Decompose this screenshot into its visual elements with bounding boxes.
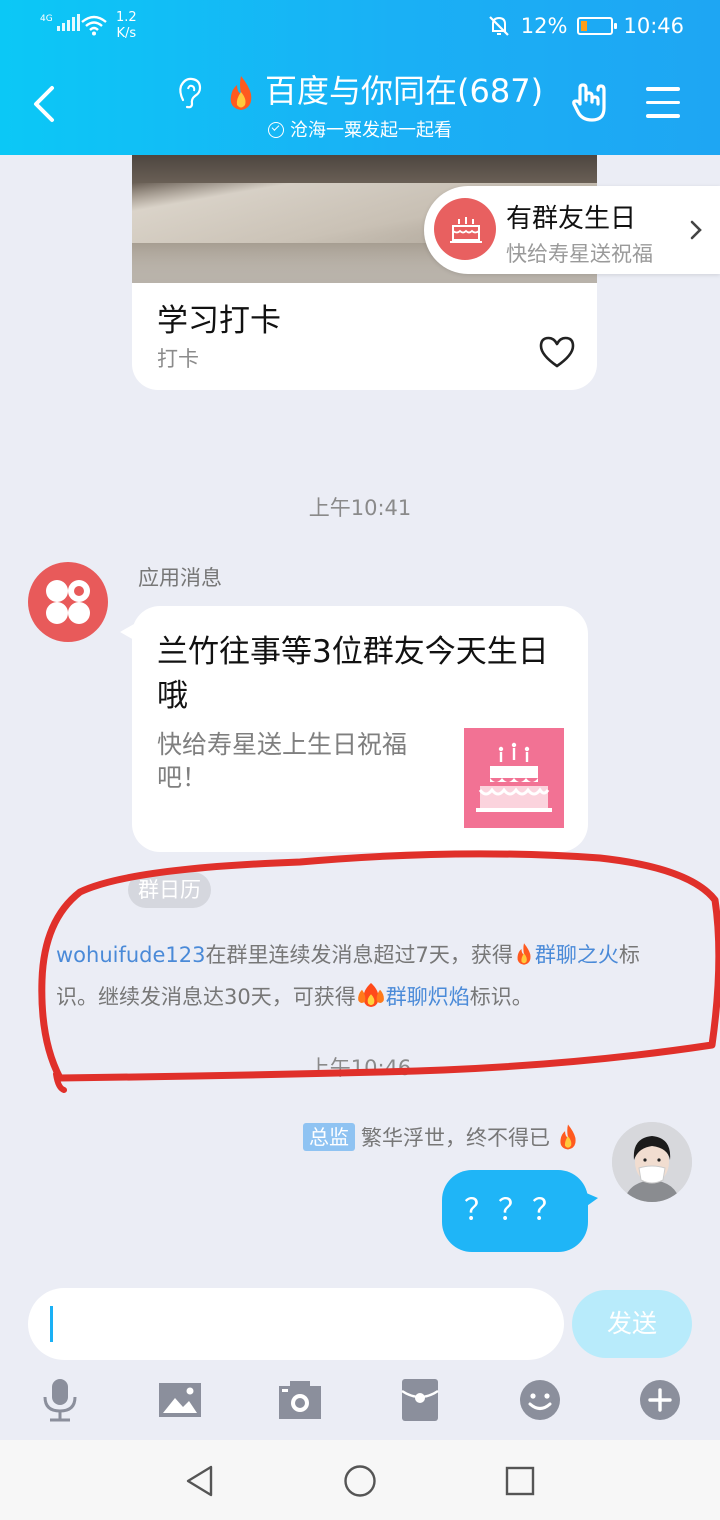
birthday-cake-image (464, 728, 564, 828)
check-circle-icon (268, 122, 284, 138)
heart-icon[interactable] (538, 335, 576, 369)
network-speed: 1.2 K/s (116, 10, 137, 41)
battery-icon (577, 17, 618, 35)
my-sender-line: 总监 繁华浮世，终不得已 (303, 1122, 580, 1152)
wifi-icon (81, 15, 107, 36)
fire-icon (517, 943, 531, 965)
microphone-icon[interactable] (35, 1372, 85, 1428)
camera-icon[interactable] (275, 1372, 325, 1428)
sender-name: 应用消息 (138, 566, 222, 590)
plus-icon[interactable] (635, 1372, 685, 1428)
blaze-badge-link[interactable]: 群聊炽焰 (386, 985, 470, 1009)
system-nav-bar (0, 1440, 720, 1520)
send-button[interactable]: 发送 (572, 1290, 692, 1358)
nav-recents-icon[interactable] (503, 1464, 537, 1498)
nav-home-icon[interactable] (343, 1464, 377, 1498)
mute-icon (489, 16, 509, 36)
fire-icon (230, 76, 252, 110)
system-notice: wohuifude123在群里连续发消息超过7天，获得 群聊之火标识。继续发消息达… (56, 943, 640, 1009)
message-desc: 快给寿星送上生日祝福吧！ (157, 730, 408, 792)
chevron-right-icon (690, 220, 702, 240)
battery-percent: 12% (520, 14, 568, 38)
my-nickname: 繁华浮世，终不得已 (361, 1126, 550, 1150)
nav-back-icon[interactable] (183, 1464, 217, 1498)
notice-user-link[interactable]: wohuifude123 (56, 943, 206, 967)
fire-icon (560, 1124, 576, 1150)
ear-icon (179, 77, 201, 109)
hand-gesture-icon[interactable] (570, 80, 614, 124)
menu-icon[interactable] (646, 87, 680, 119)
cake-icon (434, 198, 496, 260)
fire-badge-link[interactable]: 群聊之火 (535, 943, 619, 967)
group-calendar-chip[interactable]: 群日历 (128, 872, 211, 908)
message-title: 兰竹往事等3位群友今天生日哦 (157, 634, 549, 714)
timestamp: 上午10:41 (308, 496, 412, 520)
red-packet-icon[interactable] (395, 1372, 445, 1428)
text-caret (50, 1306, 53, 1342)
input-toolbar (0, 1372, 720, 1428)
card-title: 学习打卡 (157, 303, 281, 339)
app-message-avatar[interactable] (28, 562, 108, 642)
network-type: 4G (40, 14, 53, 24)
emoji-icon[interactable] (515, 1372, 565, 1428)
card-subtitle: 打卡 (157, 347, 199, 371)
clock: 10:46 (623, 14, 684, 38)
chat-header: 4G 1.2 K/s 12% 10:46 百度与你同在(687) 沧海一粟发起一… (0, 0, 720, 155)
timestamp: 上午10:46 (308, 1056, 412, 1080)
my-avatar[interactable] (612, 1122, 692, 1202)
group-name: 百度与你同在(687) (265, 72, 544, 110)
signal-icon: 4G (40, 14, 80, 31)
message-input[interactable] (28, 1288, 564, 1360)
birthday-message-bubble[interactable]: 兰竹往事等3位群友今天生日哦 快给寿星送上生日祝福吧！ (120, 606, 588, 852)
image-icon[interactable] (155, 1372, 205, 1428)
title-badge: 总监 (303, 1123, 355, 1151)
birthday-chip-subtitle: 快给寿星送祝福 (506, 242, 653, 266)
birthday-notice-chip[interactable]: 有群友生日 快给寿星送祝福 (424, 186, 720, 274)
my-message-bubble[interactable]: ？？？ (442, 1170, 598, 1252)
blaze-icon (357, 983, 384, 1007)
status-bar: 4G 1.2 K/s 12% 10:46 (0, 0, 720, 56)
birthday-chip-title: 有群友生日 (506, 204, 637, 234)
